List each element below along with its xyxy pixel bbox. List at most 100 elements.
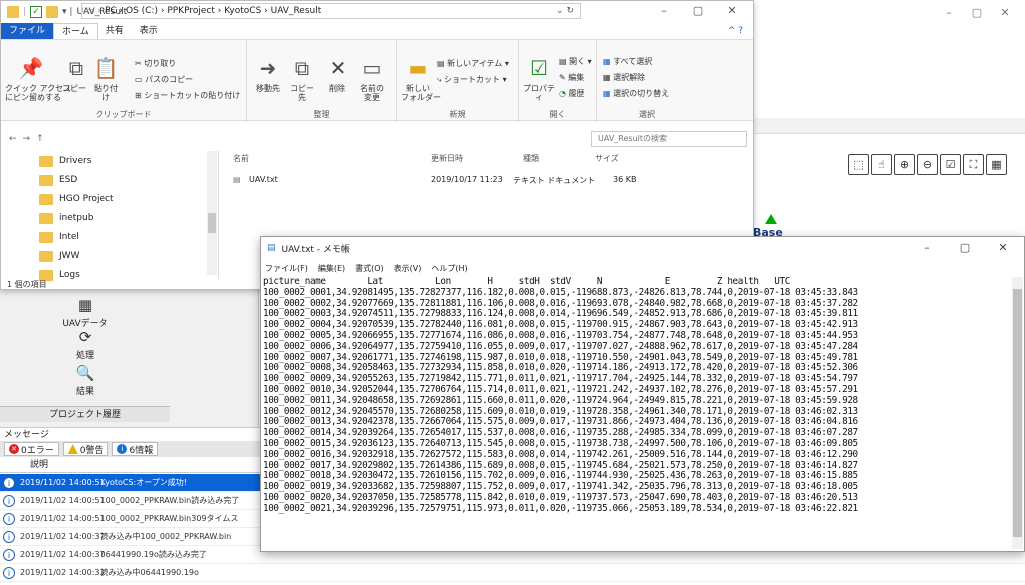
text-file-icon: ▤ xyxy=(233,175,241,184)
select-all-label: すべて選択 xyxy=(613,57,653,66)
open-button[interactable]: ▤ 開く ▾ xyxy=(559,56,592,67)
paste-button[interactable]: 📋 貼り付け xyxy=(91,54,121,102)
col-date[interactable]: 更新日時 xyxy=(431,153,463,164)
menu-file[interactable]: ファイル(F) xyxy=(265,263,308,277)
copy-path-button[interactable]: ▭ パスのコピー xyxy=(135,74,193,85)
tab-view[interactable]: 表示 xyxy=(132,23,166,39)
pan-tool-icon[interactable]: ☝ xyxy=(871,154,892,175)
notepad-scroll-thumb[interactable] xyxy=(1013,289,1022,537)
invert-selection-button[interactable]: ▦ 選択の切り替え xyxy=(603,88,669,99)
pin-quick-access-button[interactable]: 📌 クイック アクセス にピン留めする xyxy=(5,54,71,102)
bg-minimize-button[interactable]: – xyxy=(935,6,963,19)
notepad-window: ▤ UAV.txt - メモ帳 – ▢ ✕ ファイル(F) 編集(E) 書式(O) … xyxy=(260,236,1025,552)
notepad-close-button[interactable]: ✕ xyxy=(984,241,1022,254)
rename-label: 名前の 変更 xyxy=(360,84,384,102)
pin-icon: 📌 xyxy=(18,56,44,80)
bg-maximize-button[interactable]: ▢ xyxy=(963,6,991,19)
process-button[interactable]: ⟳ 処理 xyxy=(0,328,170,361)
menu-edit[interactable]: 編集(E) xyxy=(318,263,345,277)
explorer-window-controls: – ▢ ✕ xyxy=(647,4,749,17)
paste-shortcut-button[interactable]: ⊞ ショートカットの貼り付け xyxy=(135,90,240,101)
menu-format[interactable]: 書式(O) xyxy=(355,263,384,277)
folder-item[interactable]: ESD xyxy=(39,172,77,188)
fit-icon[interactable]: ⛶ xyxy=(963,154,984,175)
address-bar[interactable]: ▭ › PC › OS (C:) › PPKProject › KyotoCS … xyxy=(81,3,581,19)
qat-divider: | xyxy=(23,7,27,17)
errors-tab[interactable]: ✕ 0エラー xyxy=(4,442,59,456)
cut-label: 切り取り xyxy=(144,59,177,68)
folder-item[interactable]: HGO Project xyxy=(39,191,113,207)
process-icon: ⟳ xyxy=(78,328,92,346)
notepad-text-area[interactable]: picture_name Lat Lon H stdH stdV N E Z h… xyxy=(263,277,1011,549)
message-text: 読み込み中100_0002_PPKRAW.bin xyxy=(100,532,232,541)
tab-home[interactable]: ホーム xyxy=(53,23,98,39)
select-tool-icon[interactable]: ⬚ xyxy=(848,154,869,175)
zoom-extent-icon[interactable]: ☑ xyxy=(940,154,961,175)
folder-label: Logs xyxy=(59,270,80,280)
col-size[interactable]: サイズ xyxy=(595,153,619,164)
folder-item[interactable]: Intel xyxy=(39,229,79,245)
zoom-out-icon[interactable]: ⊖ xyxy=(917,154,938,175)
zoom-in-icon[interactable]: ⊕ xyxy=(894,154,915,175)
properties-qat-icon[interactable]: ✓ xyxy=(30,6,43,18)
invert-selection-label: 選択の切り替え xyxy=(613,89,670,98)
edit-button[interactable]: ✎ 編集 xyxy=(559,72,584,83)
copy-button[interactable]: ⧉ コピー xyxy=(61,54,87,93)
copy-to-button[interactable]: ⧉ コピー先 xyxy=(287,54,317,102)
new-folder-qat-icon[interactable] xyxy=(46,6,59,18)
select-all-button[interactable]: ▦ すべて選択 xyxy=(603,56,652,67)
description-column-header[interactable]: 説明 xyxy=(0,457,260,473)
new-item-button[interactable]: ▤ 新しいアイテム ▾ xyxy=(437,58,509,69)
explorer-close-button[interactable]: ✕ xyxy=(715,4,749,17)
bg-close-button[interactable]: ✕ xyxy=(991,6,1019,19)
folder-item[interactable]: inetpub xyxy=(39,210,93,226)
history-button[interactable]: ◔ 履歴 xyxy=(559,88,585,99)
select-none-button[interactable]: ▦ 選択解除 xyxy=(603,72,645,83)
notepad-title: UAV.txt - メモ帳 xyxy=(281,244,350,255)
refresh-icon[interactable]: ⌄ ↻ xyxy=(556,6,574,16)
explorer-minimize-button[interactable]: – xyxy=(647,4,681,17)
file-row[interactable]: ▤ UAV.txt 2019/10/17 11:23 テキスト ドキュメント 3… xyxy=(233,175,753,191)
move-to-button[interactable]: ➜ 移動先 xyxy=(253,54,283,93)
new-group: ▬ 新しい フォルダー ▤ 新しいアイテム ▾ ⤷ ショートカット ▾ 新規 xyxy=(397,40,519,122)
message-time: 2019/11/02 14:00:33 xyxy=(20,568,105,577)
grid-icon[interactable]: ▦ xyxy=(986,154,1007,175)
menu-help[interactable]: ヘルプ(H) xyxy=(431,263,467,277)
warnings-tab-label: 0警告 xyxy=(79,445,104,456)
notepad-maximize-button[interactable]: ▢ xyxy=(946,241,984,254)
result-button[interactable]: 🔍 結果 xyxy=(0,364,170,397)
cut-button[interactable]: ✂ 切り取り xyxy=(135,58,176,69)
explorer-maximize-button[interactable]: ▢ xyxy=(681,4,715,17)
info-tab[interactable]: i 6情報 xyxy=(112,442,159,456)
tab-file[interactable]: ファイル xyxy=(1,23,54,39)
nav-scroll-thumb[interactable] xyxy=(208,213,216,233)
folder-icon xyxy=(39,250,53,262)
delete-button[interactable]: ✕ 削除 xyxy=(323,54,351,93)
info-icon: i xyxy=(3,495,15,507)
select-group-label: 選択 xyxy=(639,110,655,119)
col-name[interactable]: 名前 xyxy=(233,153,249,164)
menu-view[interactable]: 表示(V) xyxy=(394,263,422,277)
folder-item[interactable]: Drivers xyxy=(39,153,91,169)
search-input[interactable]: UAV_Resultの検索 xyxy=(591,131,747,147)
navigation-pane xyxy=(1,151,219,279)
new-folder-button[interactable]: ▬ 新しい フォルダー xyxy=(401,54,441,102)
clipboard-group: 📌 クイック アクセス にピン留めする ⧉ コピー 📋 貼り付け ✂ 切り取り ▭ パ… xyxy=(1,40,247,122)
uav-data-button[interactable]: ▦ UAVデータ xyxy=(0,296,170,329)
properties-button[interactable]: ☑ プロパティ xyxy=(523,54,555,102)
project-history-button[interactable]: プロジェクト履歴 xyxy=(0,406,170,422)
tab-share[interactable]: 共有 xyxy=(98,23,132,39)
nav-buttons[interactable]: ←→↑ xyxy=(1,134,81,144)
col-type[interactable]: 種類 xyxy=(523,153,539,164)
message-row[interactable]: i 2019/11/02 14:00:33 読み込み中06441990.19o xyxy=(0,564,1025,582)
warnings-tab[interactable]: 0警告 xyxy=(62,442,109,456)
result-icon: 🔍 xyxy=(75,364,95,382)
folder-item[interactable]: JWW xyxy=(39,248,79,264)
notepad-minimize-button[interactable]: – xyxy=(908,241,946,254)
message-time: 2019/11/02 14:00:37 xyxy=(20,550,105,559)
qat-dropdown-icon[interactable]: ▾ | xyxy=(62,7,72,17)
rename-button[interactable]: ▭ 名前の 変更 xyxy=(355,54,389,102)
help-icon[interactable]: ^ ? xyxy=(728,26,743,36)
easy-access-button[interactable]: ⤷ ショートカット ▾ xyxy=(437,74,507,85)
new-item-label: 新しいアイテム ▾ xyxy=(447,59,509,68)
